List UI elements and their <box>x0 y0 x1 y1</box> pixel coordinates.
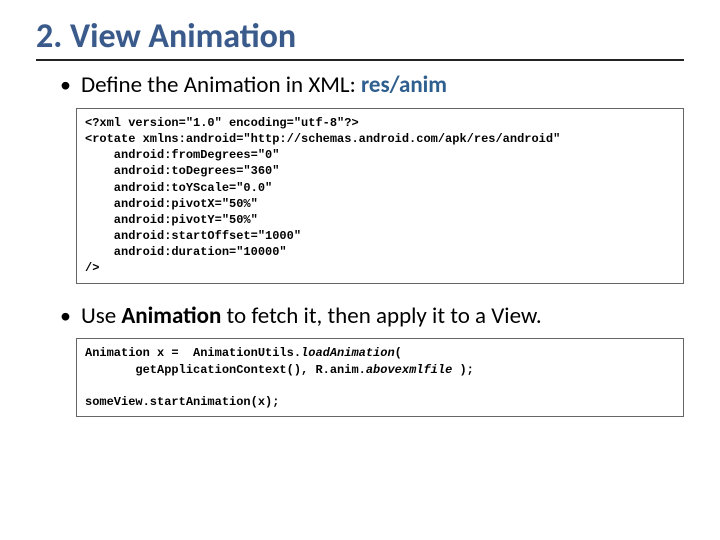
slide-title: 2. View Animation <box>36 16 684 57</box>
code2-l1c: ( <box>395 346 402 360</box>
code1-l7: android:pivotY="50%" <box>85 213 258 227</box>
code2-blank <box>85 379 92 393</box>
code-block-java: Animation x = AnimationUtils.loadAnimati… <box>76 338 684 417</box>
code1-l1: <?xml version="1.0" encoding="utf-8"?> <box>85 116 359 130</box>
code2-l1b: loadAnimation <box>301 346 395 360</box>
code1-l6: android:pivotX="50%" <box>85 197 258 211</box>
bullet-1: • Define the Animation in XML: res/anim <box>60 71 684 100</box>
code1-l2: <rotate xmlns:android="http://schemas.an… <box>85 132 560 146</box>
code1-l9: android:duration="10000" <box>85 245 287 259</box>
code1-l3: android:fromDegrees="0" <box>85 148 279 162</box>
bullet-2-prefix: Use <box>81 302 121 330</box>
code2-l3: someView.startAnimation(x); <box>85 395 279 409</box>
bullet-1-path: res/anim <box>361 71 447 99</box>
code1-l10: /> <box>85 261 99 275</box>
bullet-icon: • <box>60 71 71 99</box>
bullet-2-text: Use Animation to fetch it, then apply it… <box>81 302 542 331</box>
code1-l8: android:startOffset="1000" <box>85 229 301 243</box>
code1-l4: android:toDegrees="360" <box>85 164 279 178</box>
code1-l5: android:toYScale="0.0" <box>85 181 272 195</box>
code2-l2c: ); <box>452 363 474 377</box>
code2-l1a: Animation x = AnimationUtils. <box>85 346 301 360</box>
bullet-1-prefix: Define the Animation in XML: <box>81 71 361 99</box>
bullet-2-bold: Animation <box>121 302 221 330</box>
bullet-1-text: Define the Animation in XML: res/anim <box>81 71 447 100</box>
slide: 2. View Animation • Define the Animation… <box>0 0 720 417</box>
code-block-xml: <?xml version="1.0" encoding="utf-8"?> <… <box>76 108 684 284</box>
bullet-icon: • <box>60 302 71 330</box>
bullet-2: • Use Animation to fetch it, then apply … <box>60 302 684 331</box>
title-divider <box>36 59 684 61</box>
bullet-2-suffix: to fetch it, then apply it to a View. <box>221 302 541 330</box>
code2-l2a: getApplicationContext(), R.anim. <box>85 363 366 377</box>
code2-l2b: abovexmlfile <box>366 363 452 377</box>
